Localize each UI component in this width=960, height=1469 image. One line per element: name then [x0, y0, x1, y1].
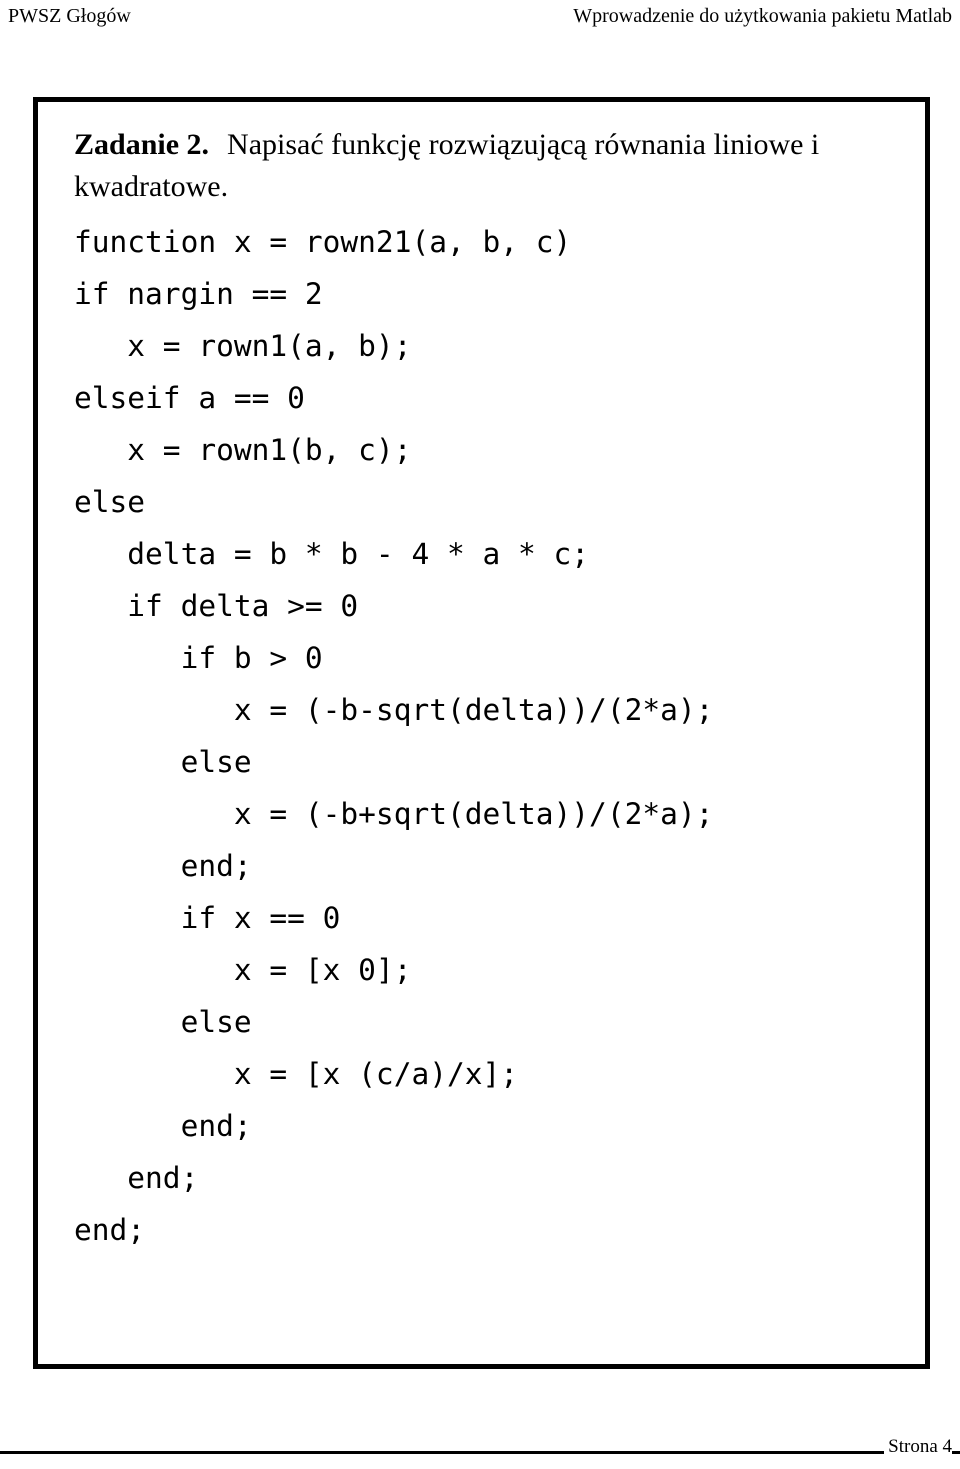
frame-inner: Zadanie 2. Napisać funkcję rozwiązującą r…: [38, 102, 925, 1256]
code-line: end;: [74, 849, 252, 883]
code-line: x = [x (c/a)/x];: [74, 1057, 519, 1091]
code-line: if nargin == 2: [74, 277, 323, 311]
page-footer: Strona 4: [0, 1399, 960, 1469]
code-line: if delta >= 0: [74, 589, 359, 623]
code-line: x = [x 0];: [74, 953, 412, 987]
code-line: if x == 0: [74, 901, 341, 935]
code-line: else: [74, 1005, 252, 1039]
header-institution: PWSZ Głogów: [8, 5, 131, 27]
code-line: x = rown1(a, b);: [74, 329, 412, 363]
task-title: Zadanie 2. Napisać funkcję rozwiązującą r…: [74, 124, 913, 208]
content-frame: Zadanie 2. Napisać funkcję rozwiązującą r…: [33, 97, 930, 1369]
code-line: else: [74, 745, 252, 779]
code-line: x = (-b-sqrt(delta))/(2*a);: [74, 693, 714, 727]
code-line: if b > 0: [74, 641, 323, 675]
code-line: end;: [74, 1161, 199, 1195]
footer-divider: [0, 1451, 960, 1454]
task-label: Zadanie 2.: [74, 128, 210, 161]
code-line: function x = rown21(a, b, c): [74, 225, 572, 259]
code-line: end;: [74, 1213, 146, 1247]
page-number: Strona 4: [884, 1435, 952, 1459]
code-line: delta = b * b - 4 * a * c;: [74, 537, 590, 571]
code-line: else: [74, 485, 146, 519]
header-document-title: Wprowadzenie do użytkowania pakietu Matl…: [573, 5, 952, 27]
code-line: end;: [74, 1109, 252, 1143]
code-listing: function x = rown21(a, b, c) if nargin ==…: [74, 216, 913, 1256]
code-line: x = rown1(b, c);: [74, 433, 412, 467]
code-line: x = (-b+sqrt(delta))/(2*a);: [74, 797, 714, 831]
page-header: PWSZ Głogów Wprowadzenie do użytkowania …: [8, 4, 952, 34]
code-line: elseif a == 0: [74, 381, 305, 415]
